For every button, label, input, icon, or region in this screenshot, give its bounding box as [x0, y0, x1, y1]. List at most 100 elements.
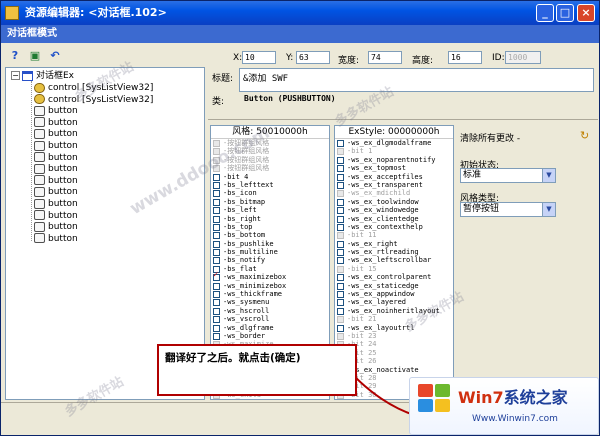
style-checkbox[interactable]: -bs_left	[211, 206, 329, 215]
style-checkbox[interactable]: -ws_ex_staticedge	[335, 282, 453, 290]
style-checkbox[interactable]: -ws_ex_windowedge	[335, 206, 453, 215]
tree-item[interactable]: button	[34, 128, 78, 140]
logo-win7: Win7	[458, 388, 504, 407]
checkbox-box	[337, 173, 344, 181]
style-checkbox[interactable]: -ws_ex_transparent	[335, 181, 453, 189]
style-checkbox[interactable]: -ws_ex_noparentnotify	[335, 156, 453, 164]
initial-state-select[interactable]: 标准 ▼	[460, 168, 556, 183]
checkmark-icon: ✓	[213, 270, 219, 281]
style-checkbox[interactable]: -ws_ex_right	[335, 240, 453, 248]
style-checkbox[interactable]: -bs_pushlike	[211, 240, 329, 248]
style-checkbox[interactable]: -ws_ex_appwindow	[335, 290, 453, 299]
style-checkbox[interactable]: -ws_ex_topmost	[335, 164, 453, 173]
tree-item-label: control [SysListView32]	[48, 83, 154, 93]
checkbox-box	[337, 156, 344, 164]
style-checkbox[interactable]: -ws_ex_dlgmodalframe	[335, 139, 453, 147]
checkbox-box	[337, 198, 344, 206]
checkbox-label: -bs_right	[223, 214, 261, 223]
tree-item[interactable]: button	[34, 221, 78, 233]
style-checkbox[interactable]: -ws_ex_layoutrtl	[335, 324, 453, 332]
style-checkbox[interactable]: -ws_dlgframe	[211, 324, 329, 332]
checkbox-label: -bs_icon	[223, 189, 257, 198]
height-input[interactable]: 16	[448, 51, 482, 64]
chevron-down-icon[interactable]: ▼	[542, 169, 555, 182]
style-checkbox[interactable]: -ws_ex_toolwindow	[335, 198, 453, 206]
style-checkbox[interactable]: -bs_notify	[211, 256, 329, 265]
style-checkbox[interactable]: -ws_vscroll	[211, 315, 329, 324]
style-checkbox[interactable]: -ws_ex_clientedge	[335, 215, 453, 223]
window-title: 资源编辑器: <对话框.102>	[25, 6, 167, 19]
help-icon[interactable]: ?	[7, 48, 23, 64]
tree-item[interactable]: button	[34, 117, 78, 129]
style-checkbox[interactable]: -bs_multiline	[211, 248, 329, 257]
style-checkbox[interactable]: -ws_ex_noinheritlayout	[335, 307, 453, 315]
style-checkbox[interactable]: -ws_hscroll	[211, 307, 329, 315]
style-checkbox[interactable]: -ws_minimizebox	[211, 282, 329, 290]
checkbox-box	[337, 324, 344, 332]
style-checkbox[interactable]: -ws_thickframe	[211, 290, 329, 299]
tree-item[interactable]: button	[34, 186, 78, 198]
style-checkbox[interactable]: -bit 4	[211, 173, 329, 181]
width-input[interactable]: 74	[368, 51, 402, 64]
maximize-button[interactable]: □	[556, 4, 574, 22]
clear-changes-button[interactable]: 清除所有更改 -	[460, 131, 520, 144]
tree-item[interactable]: button	[34, 233, 78, 245]
x-input[interactable]: 10	[242, 51, 276, 64]
y-input[interactable]: 63	[296, 51, 330, 64]
tree-item[interactable]: button	[34, 210, 78, 222]
tree-item[interactable]: button	[34, 163, 78, 175]
button-icon	[34, 128, 45, 139]
tree-item[interactable]: button	[34, 105, 78, 117]
style-checkbox[interactable]: -ws_ex_leftscrollbar	[335, 256, 453, 265]
style-checkbox[interactable]: -ws_ex_contexthelp	[335, 223, 453, 231]
style-checkbox[interactable]: -bs_flat	[211, 265, 329, 273]
undo-icon[interactable]: ↶	[47, 48, 63, 64]
reset-icon[interactable]: ↻	[580, 130, 594, 142]
preview-icon[interactable]: ▣	[27, 48, 43, 64]
style-checkbox[interactable]: -bs_right	[211, 215, 329, 223]
style-checkbox[interactable]: -ws_ex_acceptfiles	[335, 173, 453, 181]
style-checkbox[interactable]: -ws_sysmenu	[211, 298, 329, 307]
style-checkbox[interactable]: -ws_ex_rtlreading	[335, 248, 453, 257]
style-checkbox[interactable]: -bs_bottom	[211, 231, 329, 240]
style-checkbox: -ws_ex_mdichild	[335, 189, 453, 198]
tree-item-label: button	[48, 117, 78, 128]
tree-root[interactable]: 对话框Ex	[22, 70, 74, 82]
checkbox-label: -ws_ex_controlparent	[347, 273, 432, 282]
checkbox-label: -ws_ex_toolwindow	[347, 197, 419, 206]
tree-item[interactable]: button	[34, 140, 78, 152]
collapse-toggle-icon[interactable]: −	[11, 71, 20, 80]
title-label: 标题:	[212, 74, 234, 84]
style-checkbox[interactable]: -bs_bitmap	[211, 198, 329, 206]
tree-item[interactable]: button	[34, 175, 78, 187]
checkbox-label: -bs_lefttext	[223, 180, 274, 189]
tree-connector	[31, 81, 32, 241]
tree-item[interactable]: button	[34, 152, 78, 164]
checkbox-label: -bs_top	[223, 222, 253, 231]
style-checkbox[interactable]: -ws_ex_layered	[335, 298, 453, 307]
checkbox-label: -ws_ex_leftscrollbar	[347, 256, 432, 265]
checkbox-box	[337, 148, 344, 156]
checkbox-label: -ws_ex_noparentnotify	[347, 155, 436, 164]
minimize-button[interactable]: _	[536, 4, 554, 22]
title-input[interactable]: &添加 SWF	[239, 68, 594, 92]
tree-item[interactable]: control [SysListView32]	[34, 82, 153, 94]
style-checkbox[interactable]: -bs_icon	[211, 189, 329, 198]
style-checkbox[interactable]: -ws_ex_controlparent	[335, 273, 453, 282]
checkbox-label: -按钮群组风格	[223, 155, 270, 164]
chevron-down-icon[interactable]: ▼	[542, 203, 555, 216]
tree-item-label: control [SysListView32]	[48, 94, 154, 105]
close-button[interactable]: ×	[577, 4, 595, 22]
tree-item[interactable]: button	[34, 198, 78, 210]
divider	[208, 119, 598, 120]
style-checkbox[interactable]: -bs_top	[211, 223, 329, 231]
title-bar[interactable]: 资源编辑器: <对话框.102> _ □ ×	[1, 1, 599, 25]
style-checkbox[interactable]: -ws_border	[211, 332, 329, 340]
id-input: 1000	[505, 51, 541, 64]
tree-item[interactable]: control [SysListView32]	[34, 94, 153, 106]
style-checkbox[interactable]: ✓ -ws_maximizebox	[211, 270, 329, 282]
checkbox-label: -bs_flat	[223, 264, 257, 273]
style-type-select[interactable]: 暂停按钮 ▼	[460, 202, 556, 217]
checkbox-box	[337, 215, 344, 223]
style-checkbox[interactable]: -bs_lefttext	[211, 181, 329, 189]
